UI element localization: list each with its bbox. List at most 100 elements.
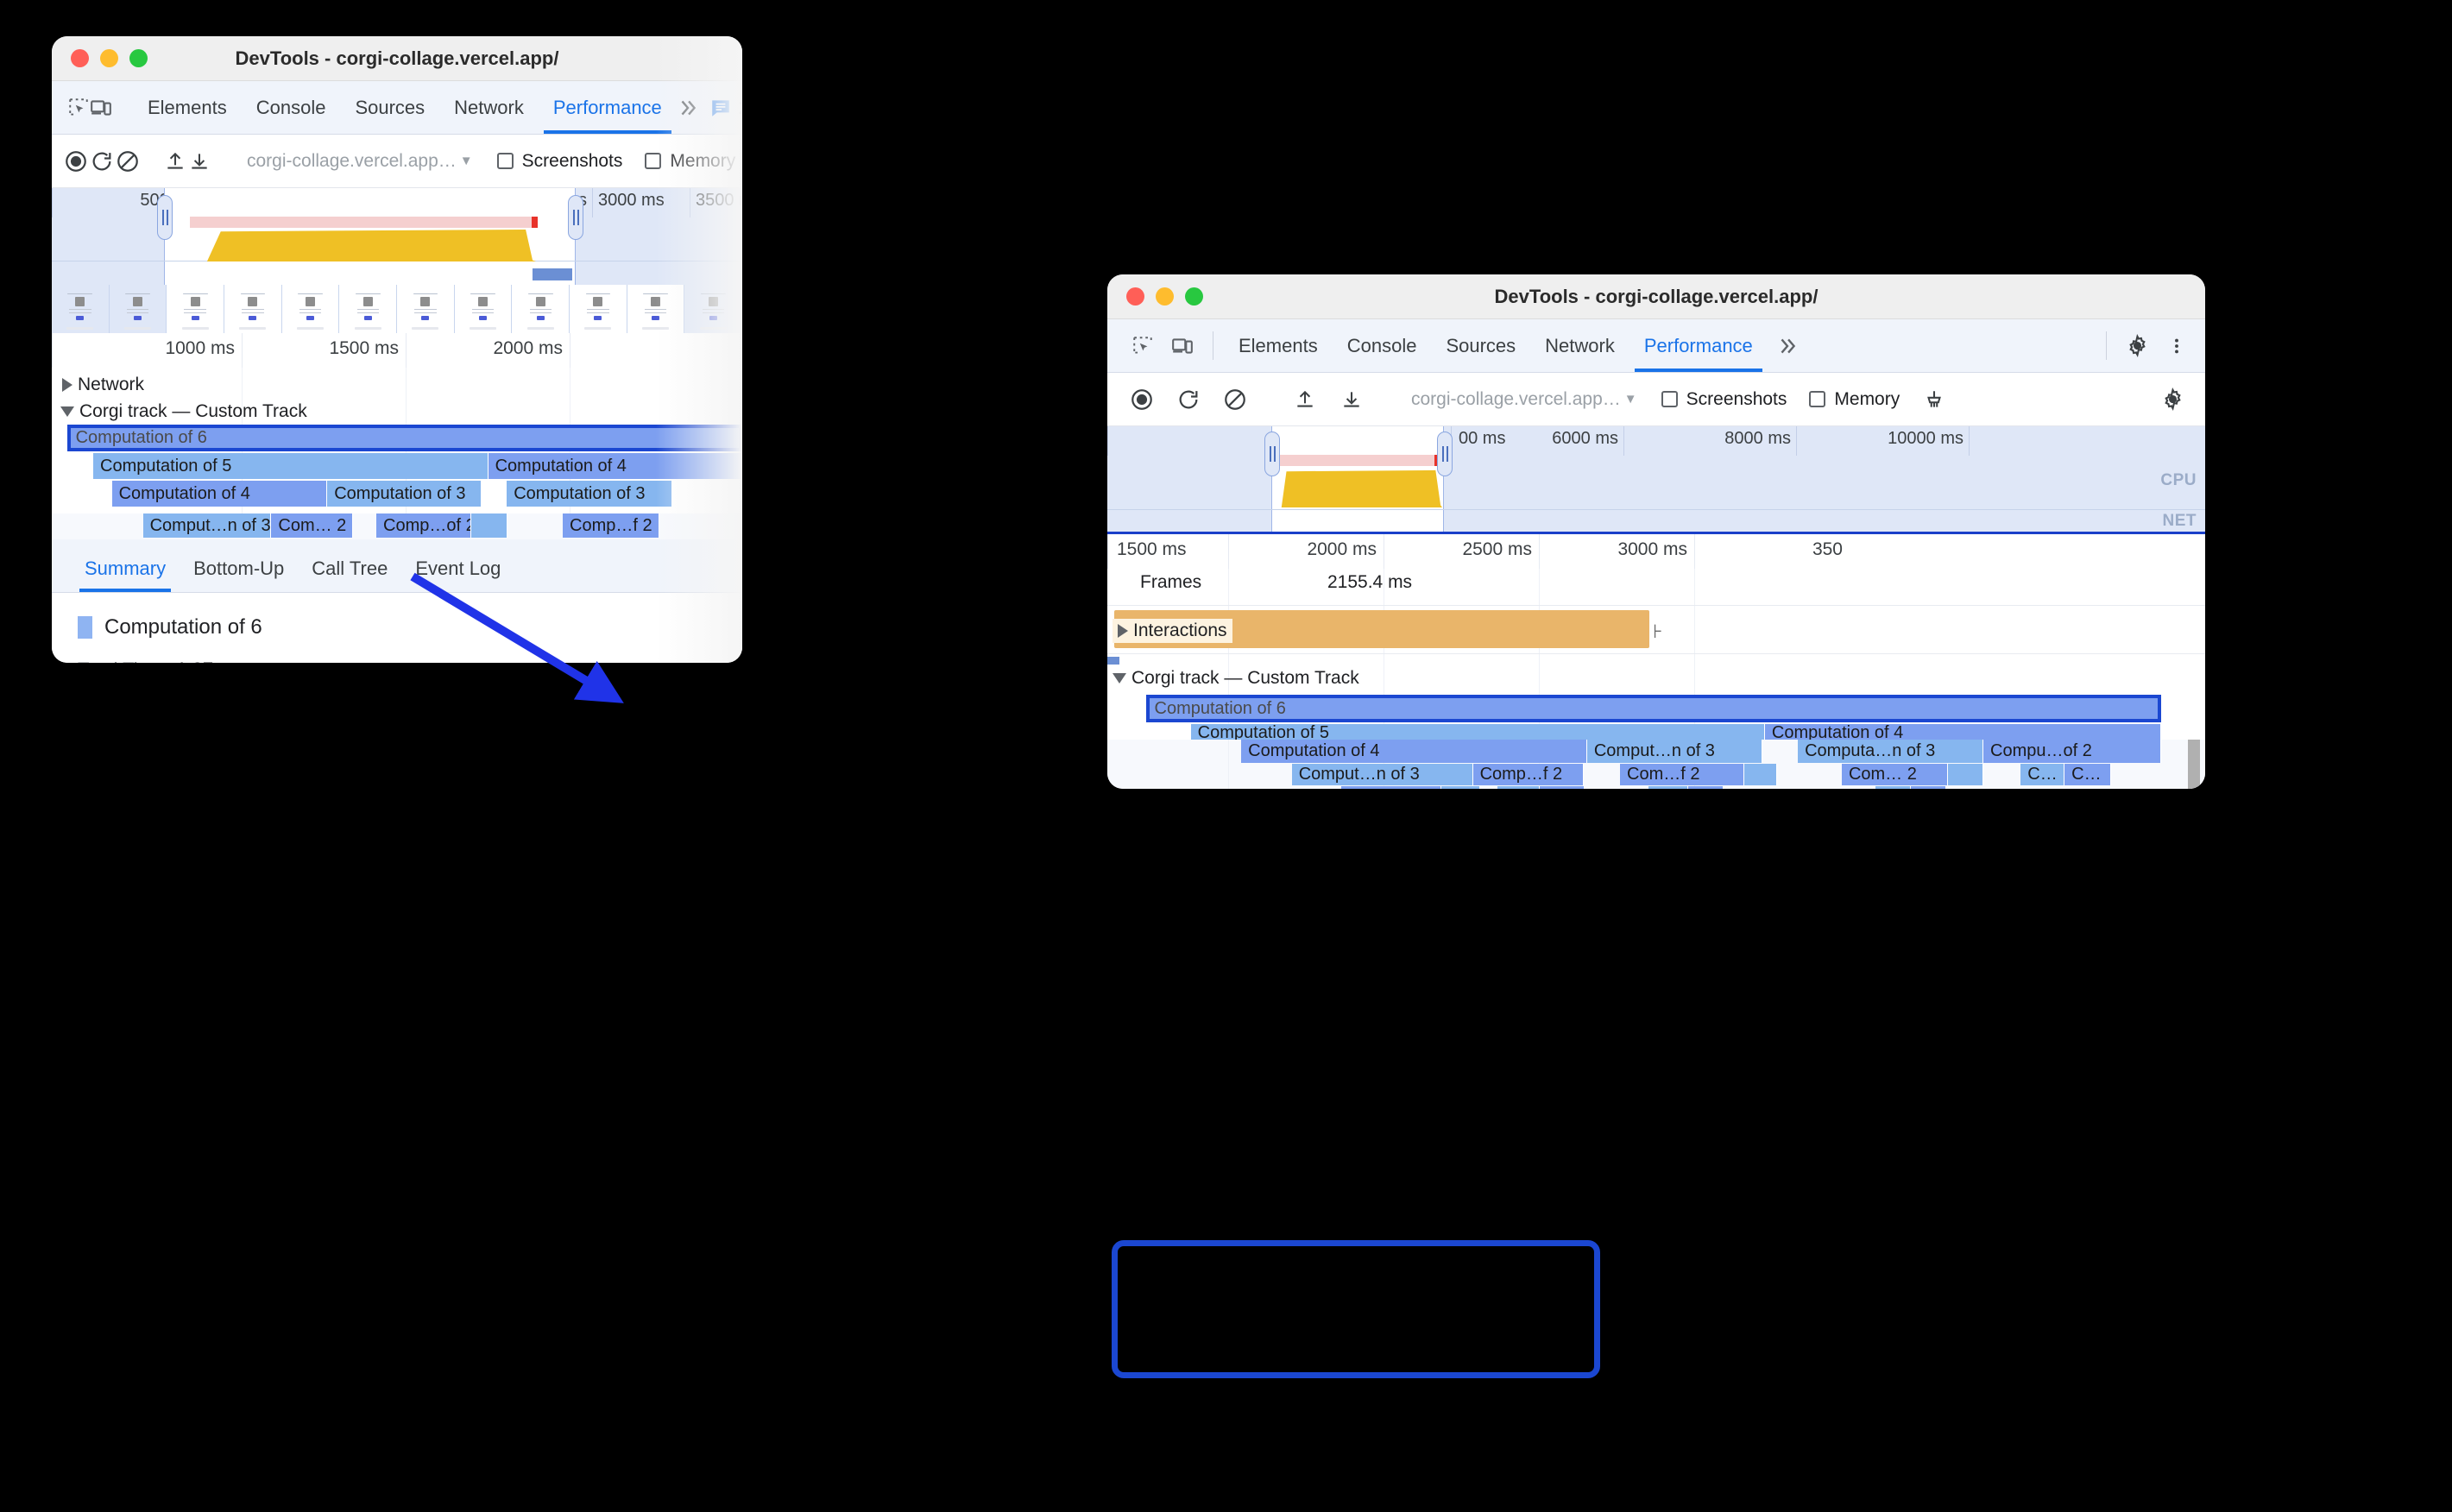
maximize-window-button[interactable] — [1185, 287, 1203, 306]
front-flame-chart-overflow[interactable]: Computation of 4 Comput…n of 3 Computa…n… — [1107, 740, 2205, 789]
flame-bar[interactable]: Computation of 5 — [93, 453, 489, 479]
pane-tab-event-log[interactable]: Event Log — [401, 558, 514, 592]
minimize-window-button[interactable] — [1156, 287, 1174, 306]
back-detail-pane-tabs[interactable]: Summary Bottom-Up Call Tree Event Log — [52, 539, 742, 593]
flame-bar[interactable]: Computa…n of 3 — [1798, 740, 1984, 763]
flame-bar[interactable] — [1743, 764, 1777, 785]
front-performance-toolbar[interactable]: corgi-collage.vercel.app… ▼ Screenshots … — [1107, 373, 2205, 426]
filmstrip-frame[interactable] — [397, 285, 455, 333]
overview-left-handle[interactable] — [1264, 432, 1280, 476]
close-window-button[interactable] — [1126, 287, 1144, 306]
profile-url-select[interactable]: corgi-collage.vercel.app… ▼ — [1399, 389, 1649, 410]
download-profile-icon[interactable] — [1329, 388, 1374, 411]
flame-bar[interactable]: Com… 2 — [271, 513, 353, 538]
more-options-icon[interactable] — [2157, 319, 2197, 372]
back-devtools-tabstrip[interactable]: Elements Console Sources Network Perform… — [52, 81, 742, 135]
profile-url-select[interactable]: corgi-collage.vercel.app… ▼ — [235, 151, 485, 172]
flame-bar[interactable]: Comp…f 2 — [563, 513, 659, 538]
memory-checkbox[interactable]: Memory — [634, 151, 742, 172]
minimize-window-button[interactable] — [100, 49, 118, 67]
flame-bar[interactable]: Co… 2 — [1340, 786, 1441, 789]
flame-bar[interactable]: Comput…n of 3 — [1291, 764, 1473, 785]
tab-network[interactable]: Network — [1530, 319, 1629, 372]
flame-bar[interactable]: Computation of 3 — [507, 481, 673, 507]
chevron-down-icon[interactable] — [60, 406, 74, 417]
device-toolbar-icon[interactable] — [90, 81, 112, 134]
filmstrip-frame[interactable] — [684, 285, 742, 333]
chevron-double-right-icon[interactable] — [1768, 319, 1807, 372]
tab-console[interactable]: Console — [242, 81, 341, 134]
track-header-corgi[interactable]: Corgi track — Custom Track — [1113, 668, 1359, 689]
flame-bar[interactable] — [1948, 764, 1984, 785]
tab-console[interactable]: Console — [1333, 319, 1432, 372]
flame-bar[interactable]: Compu…of 2 — [1983, 740, 2162, 763]
front-panel-tabs[interactable]: Elements Console Sources Network Perform… — [1224, 319, 1768, 372]
flame-bar[interactable]: Computation of 4 — [1241, 740, 1587, 763]
flame-bar[interactable]: Computation of 3 — [327, 481, 482, 507]
filmstrip-frame[interactable] — [224, 285, 282, 333]
gear-icon[interactable] — [2117, 319, 2157, 372]
flame-bar[interactable] — [1497, 786, 1541, 789]
clear-icon[interactable] — [116, 149, 140, 173]
record-icon[interactable] — [1119, 387, 1164, 412]
filmstrip-frame[interactable] — [167, 285, 225, 333]
filmstrip-frame[interactable] — [570, 285, 627, 333]
flame-bar[interactable]: Computation of 4 — [1764, 724, 2162, 740]
maximize-window-button[interactable] — [129, 49, 148, 67]
flame-bar[interactable]: Computation of 4 — [488, 453, 742, 479]
flame-bar[interactable]: C… — [2020, 764, 2065, 785]
memory-checkbox-box[interactable] — [645, 153, 662, 169]
back-traffic-lights[interactable] — [52, 49, 148, 67]
back-devtools-window[interactable]: DevTools - corgi-collage.vercel.app/ Ele… — [52, 36, 742, 663]
pane-tab-bottom-up[interactable]: Bottom-Up — [180, 558, 298, 592]
tab-elements[interactable]: Elements — [1224, 319, 1333, 372]
close-window-button[interactable] — [71, 49, 89, 67]
screenshots-checkbox[interactable]: Screenshots — [487, 151, 633, 172]
tab-sources[interactable]: Sources — [340, 81, 439, 134]
back-timeline-overview[interactable]: 500 ms 1000 ms 1500 ms 2000 ms 2500 ms 3… — [52, 188, 742, 285]
screenshots-checkbox-box[interactable] — [496, 153, 514, 169]
flame-bar[interactable] — [471, 513, 507, 538]
flame-bar[interactable]: Computation of 5 — [1190, 724, 1765, 740]
track-header-network[interactable]: Network — [62, 375, 144, 395]
memory-checkbox-box[interactable] — [1809, 391, 1826, 407]
flame-bar[interactable]: Com… 2 — [1841, 764, 1949, 785]
collect-garbage-icon[interactable] — [1912, 388, 1957, 411]
back-filmstrip[interactable] — [52, 285, 742, 333]
filmstrip-frame[interactable] — [627, 285, 685, 333]
flame-bar[interactable] — [1687, 786, 1724, 789]
inspect-element-icon[interactable] — [67, 81, 90, 134]
upload-profile-icon[interactable] — [164, 150, 186, 173]
chevron-right-icon[interactable] — [62, 378, 72, 392]
flame-bar[interactable]: C… — [2064, 764, 2111, 785]
tab-elements[interactable]: Elements — [133, 81, 242, 134]
flame-bar[interactable] — [1875, 786, 1912, 789]
clear-icon[interactable] — [1213, 387, 1258, 412]
flame-bar-selected[interactable]: Computation of 6 — [1145, 695, 2162, 722]
filmstrip-frame[interactable] — [52, 285, 110, 333]
flame-bar[interactable]: Comput…n of 3 — [142, 513, 272, 538]
front-window-titlebar[interactable]: DevTools - corgi-collage.vercel.app/ — [1107, 274, 2205, 319]
overview-right-handle[interactable] — [568, 195, 583, 240]
chevron-right-icon[interactable] — [1118, 624, 1128, 638]
inspect-element-icon[interactable] — [1123, 319, 1163, 372]
reload-record-icon[interactable] — [1166, 387, 1211, 412]
upload-profile-icon[interactable] — [1283, 388, 1327, 411]
screenshots-checkbox[interactable]: Screenshots — [1651, 389, 1798, 410]
front-devtools-window[interactable]: DevTools - corgi-collage.vercel.app/ Ele… — [1107, 274, 2205, 789]
device-toolbar-icon[interactable] — [1163, 319, 1202, 372]
pane-tab-call-tree[interactable]: Call Tree — [298, 558, 401, 592]
tab-network[interactable]: Network — [439, 81, 539, 134]
flame-bar[interactable] — [1911, 786, 1946, 789]
back-flame-chart-overflow[interactable]: Comput…n of 3 Com… 2 Comp…of 2 Comp…f 2 — [52, 513, 742, 539]
front-flame-chart[interactable]: 1500 ms 2000 ms 2500 ms 3000 ms 350 Fram… — [1107, 532, 2205, 740]
issues-badge[interactable]: 2 — [699, 81, 742, 134]
flame-bar-selected[interactable]: Computation of 6 — [66, 425, 742, 451]
flame-chart-scrollbar[interactable] — [2188, 740, 2200, 789]
filmstrip-frame[interactable] — [281, 285, 340, 333]
front-timeline-overview[interactable]: 000 ms 4 00 ms 6000 ms 8000 ms 10000 ms … — [1107, 426, 2205, 532]
filmstrip-frame[interactable] — [454, 285, 513, 333]
capture-settings-gear-icon[interactable] — [2150, 387, 2195, 411]
record-icon[interactable] — [64, 149, 88, 173]
flame-bar[interactable]: Comput…n of 3 — [1586, 740, 1763, 763]
